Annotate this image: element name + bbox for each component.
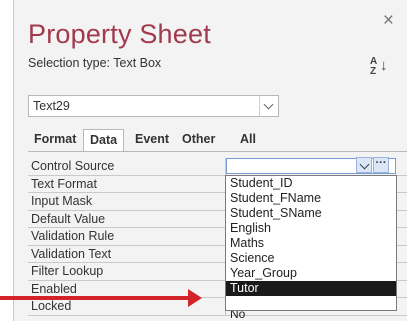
list-item[interactable]: Student_SName <box>226 206 396 221</box>
property-sheet-panel: × Property Sheet Selection type: Text Bo… <box>13 0 407 321</box>
sort-az-label: A Z <box>370 56 378 77</box>
tab-event[interactable]: Event <box>129 129 175 150</box>
list-item[interactable]: Year_Group <box>226 266 396 281</box>
list-item[interactable]: Student_ID <box>226 176 396 191</box>
list-item[interactable]: Student_FName <box>226 191 396 206</box>
property-label: Validation Rule <box>31 229 115 243</box>
chevron-down-icon <box>359 159 370 170</box>
sort-arrow-glyph: ↓ <box>380 57 388 74</box>
control-source-dropdown-button[interactable] <box>356 157 372 173</box>
chevron-down-icon <box>263 99 274 110</box>
object-selector-dropdown-button[interactable] <box>259 96 278 116</box>
annotation-arrow-line <box>0 296 191 300</box>
tab-all[interactable]: All <box>234 129 262 150</box>
property-label: Default Value <box>31 211 106 226</box>
sort-az-icon[interactable]: A Z ↓ <box>370 55 388 77</box>
selection-type-label: Selection type: Text Box <box>28 56 162 70</box>
close-icon[interactable]: × <box>383 11 394 30</box>
list-item[interactable]: English <box>226 221 396 236</box>
tab-other[interactable]: Other <box>176 129 221 150</box>
property-label: Filter Lookup <box>31 264 104 278</box>
property-tabs: Format Data Event Other All <box>28 129 407 152</box>
object-selector-combo[interactable]: Text29 <box>28 95 279 117</box>
annotation-arrow-head <box>188 289 202 307</box>
page-title: Property Sheet <box>28 19 211 49</box>
builder-button[interactable]: ··· <box>373 157 389 173</box>
tab-divider <box>28 151 407 152</box>
property-label: Text Format <box>31 176 97 191</box>
tab-data[interactable]: Data <box>83 129 125 152</box>
property-label: Validation Text <box>31 246 112 261</box>
control-source-dropdown-list[interactable]: Student_ID Student_FName Student_SName E… <box>225 175 397 311</box>
list-item[interactable]: Science <box>226 251 396 266</box>
list-item[interactable]: Maths <box>226 236 396 251</box>
list-item-selected[interactable]: Tutor <box>226 281 396 296</box>
tab-format[interactable]: Format <box>28 129 82 150</box>
property-row-control-source[interactable]: Control Source ··· <box>28 157 407 176</box>
object-selector-value: Text29 <box>33 99 70 113</box>
property-label: Input Mask <box>31 194 93 208</box>
property-label: Control Source <box>31 159 115 173</box>
